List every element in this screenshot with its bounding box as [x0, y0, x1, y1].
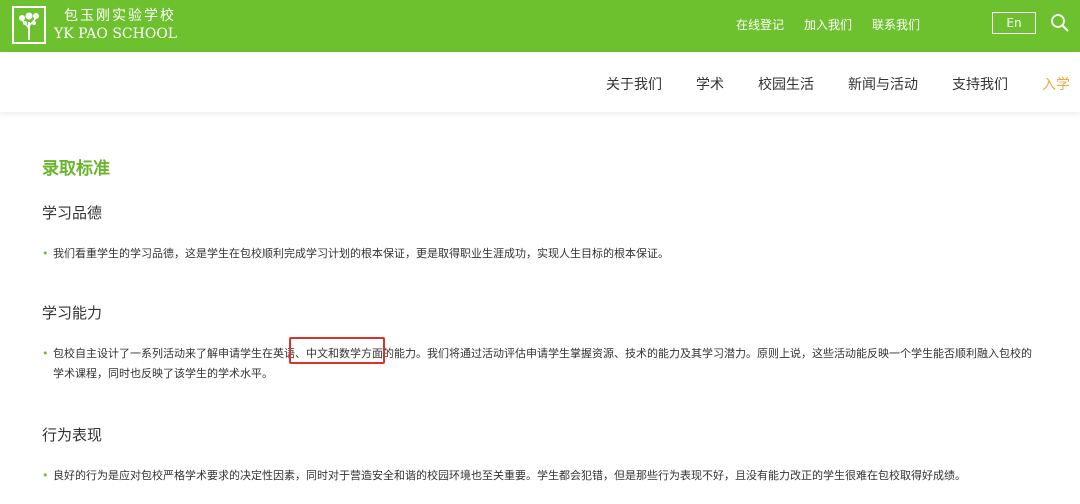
logo-chinese-name: 包玉刚实验学校 — [64, 8, 176, 24]
nav-item-campus-life[interactable]: 校园生活 — [758, 74, 814, 94]
search-icon[interactable] — [1050, 13, 1070, 33]
main-nav: 关于我们 学术 校园生活 新闻与活动 支持我们 入学 — [0, 52, 1080, 112]
section-heading-behavior: 行为表现 — [42, 426, 103, 444]
logo-english-name: YK PAO SCHOOL — [54, 26, 178, 42]
nav-item-about[interactable]: 关于我们 — [606, 74, 662, 94]
bullet-text: 我们看重学生的学习品德，这是学生在包校顺利完成学习计划的根本保证，更是取得职业生… — [53, 247, 669, 260]
section-heading-learning-character: 学习品德 — [42, 204, 103, 222]
list-item: • 良好的行为是应对包校严格学术要求的决定性因素，同时对于营造安全和谐的校园环境… — [42, 466, 1042, 486]
bullet-text: 包校自主设计了一系列活动来了解申请学生在英语、中文和数学方面的能力。我们将通过活… — [53, 347, 1032, 380]
page-title: 录取标准 — [42, 159, 110, 179]
util-link-contact-us[interactable]: 联系我们 — [872, 16, 920, 33]
nav-item-admissions[interactable]: 入学 — [1042, 74, 1070, 94]
language-toggle-button[interactable]: En — [992, 12, 1036, 34]
util-link-join-us[interactable]: 加入我们 — [804, 16, 852, 33]
util-link-online-registration[interactable]: 在线登记 — [736, 16, 784, 33]
list-item: • 包校自主设计了一系列活动来了解申请学生在英语、中文和数学方面的能力。我们将通… — [42, 344, 1042, 384]
nav-item-academics[interactable]: 学术 — [696, 74, 724, 94]
bullet-dot-icon: • — [42, 469, 49, 482]
bullet-dot-icon: • — [42, 247, 49, 260]
nav-item-news-events[interactable]: 新闻与活动 — [848, 74, 918, 94]
nav-item-support-us[interactable]: 支持我们 — [952, 74, 1008, 94]
highlight-box — [289, 337, 385, 364]
section-heading-learning-ability: 学习能力 — [42, 304, 103, 322]
bullet-dot-icon: • — [42, 347, 49, 360]
list-item: • 我们看重学生的学习品德，这是学生在包校顺利完成学习计划的根本保证，更是取得职… — [42, 244, 1042, 264]
bullet-text: 良好的行为是应对包校严格学术要求的决定性因素，同时对于营造安全和谐的校园环境也至… — [53, 469, 966, 482]
school-logo[interactable]: 包玉刚实验学校 YK PAO SCHOOL — [12, 6, 177, 44]
top-header-bar: 包玉刚实验学校 YK PAO SCHOOL 在线登记 加入我们 联系我们 En — [0, 0, 1080, 52]
tree-logo-icon — [12, 6, 46, 44]
utility-nav: 在线登记 加入我们 联系我们 — [716, 16, 920, 33]
